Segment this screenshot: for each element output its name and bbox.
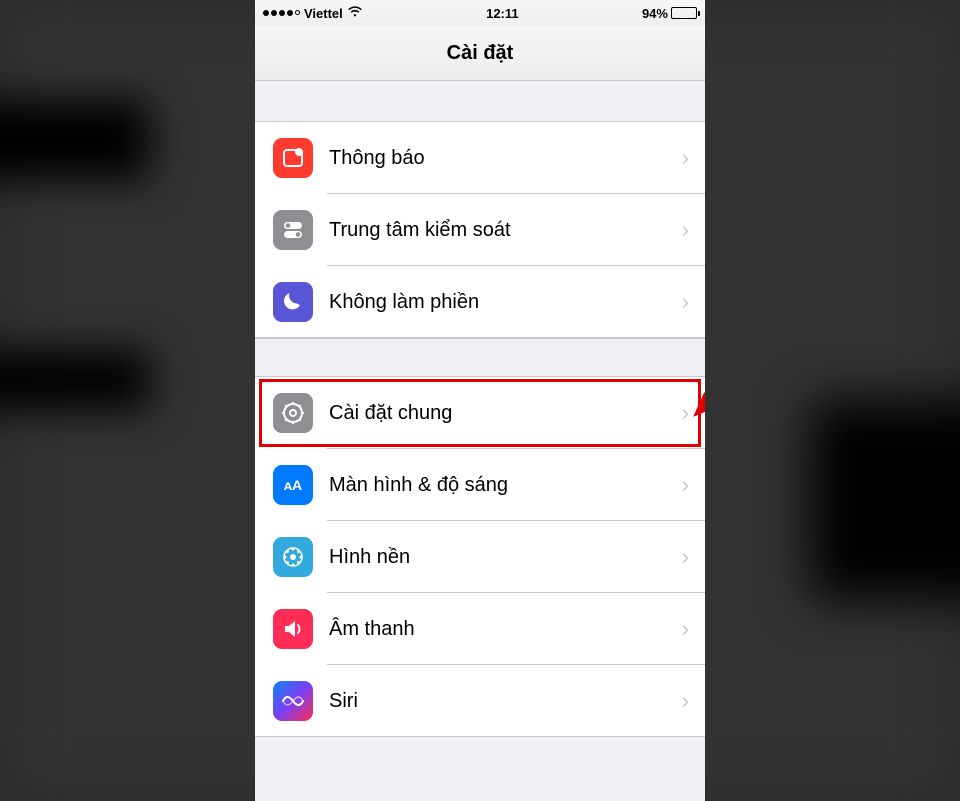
sound-icon: [273, 609, 313, 649]
row-label: Cài đặt chung: [329, 402, 682, 425]
chevron-right-icon: ›: [682, 688, 689, 714]
row-display-brightness[interactable]: ᴀA Màn hình & độ sáng ›: [255, 449, 705, 521]
siri-icon: [273, 681, 313, 721]
chevron-right-icon: ›: [682, 616, 689, 642]
svg-text:ᴀA: ᴀA: [284, 477, 302, 493]
chevron-right-icon: ›: [682, 217, 689, 243]
row-general[interactable]: Cài đặt chung ›: [255, 377, 705, 449]
row-label: Màn hình & độ sáng: [329, 474, 682, 497]
general-icon: [273, 393, 313, 433]
nav-header: Cài đặt: [255, 26, 705, 81]
row-label: Hình nền: [329, 546, 682, 569]
background-blur-shape: [0, 100, 150, 180]
notification-icon: [273, 138, 313, 178]
row-label: Âm thanh: [329, 618, 682, 641]
chevron-right-icon: ›: [682, 289, 689, 315]
row-notifications[interactable]: Thông báo ›: [255, 122, 705, 194]
status-bar: Viettel 12:11 94%: [255, 0, 705, 26]
battery-percent: 94%: [642, 6, 668, 21]
settings-group-1: Thông báo › Trung tâm kiểm soát › Không …: [255, 121, 705, 338]
row-sound[interactable]: Âm thanh ›: [255, 593, 705, 665]
row-siri[interactable]: Siri ›: [255, 665, 705, 737]
chevron-right-icon: ›: [682, 145, 689, 171]
carrier-label: Viettel: [304, 6, 343, 21]
page-title: Cài đặt: [447, 42, 514, 65]
display-icon: ᴀA: [273, 465, 313, 505]
battery-icon: [671, 7, 697, 19]
chevron-right-icon: ›: [682, 400, 689, 426]
control-center-icon: [273, 210, 313, 250]
wallpaper-icon: [273, 537, 313, 577]
row-label: Thông báo: [329, 147, 682, 170]
section-spacer: [255, 338, 705, 376]
section-spacer: [255, 81, 705, 121]
background-blur-shape: [810, 400, 960, 600]
status-right: 94%: [642, 6, 697, 21]
do-not-disturb-icon: [273, 282, 313, 322]
chevron-right-icon: ›: [682, 544, 689, 570]
settings-group-2: Cài đặt chung › ᴀA Màn hình & độ sáng › …: [255, 376, 705, 737]
status-time: 12:11: [486, 6, 519, 21]
row-label: Không làm phiền: [329, 291, 682, 314]
row-do-not-disturb[interactable]: Không làm phiền ›: [255, 266, 705, 338]
wifi-icon: [347, 6, 363, 21]
row-label: Siri: [329, 690, 682, 713]
row-control-center[interactable]: Trung tâm kiểm soát ›: [255, 194, 705, 266]
background-blur-shape: [0, 350, 150, 410]
row-wallpaper[interactable]: Hình nền ›: [255, 521, 705, 593]
row-label: Trung tâm kiểm soát: [329, 219, 682, 242]
chevron-right-icon: ›: [682, 472, 689, 498]
phone-screen: Viettel 12:11 94% Cài đặt Thông báo ›: [255, 0, 705, 801]
signal-strength-icon: [263, 10, 300, 16]
status-left: Viettel: [263, 6, 363, 21]
